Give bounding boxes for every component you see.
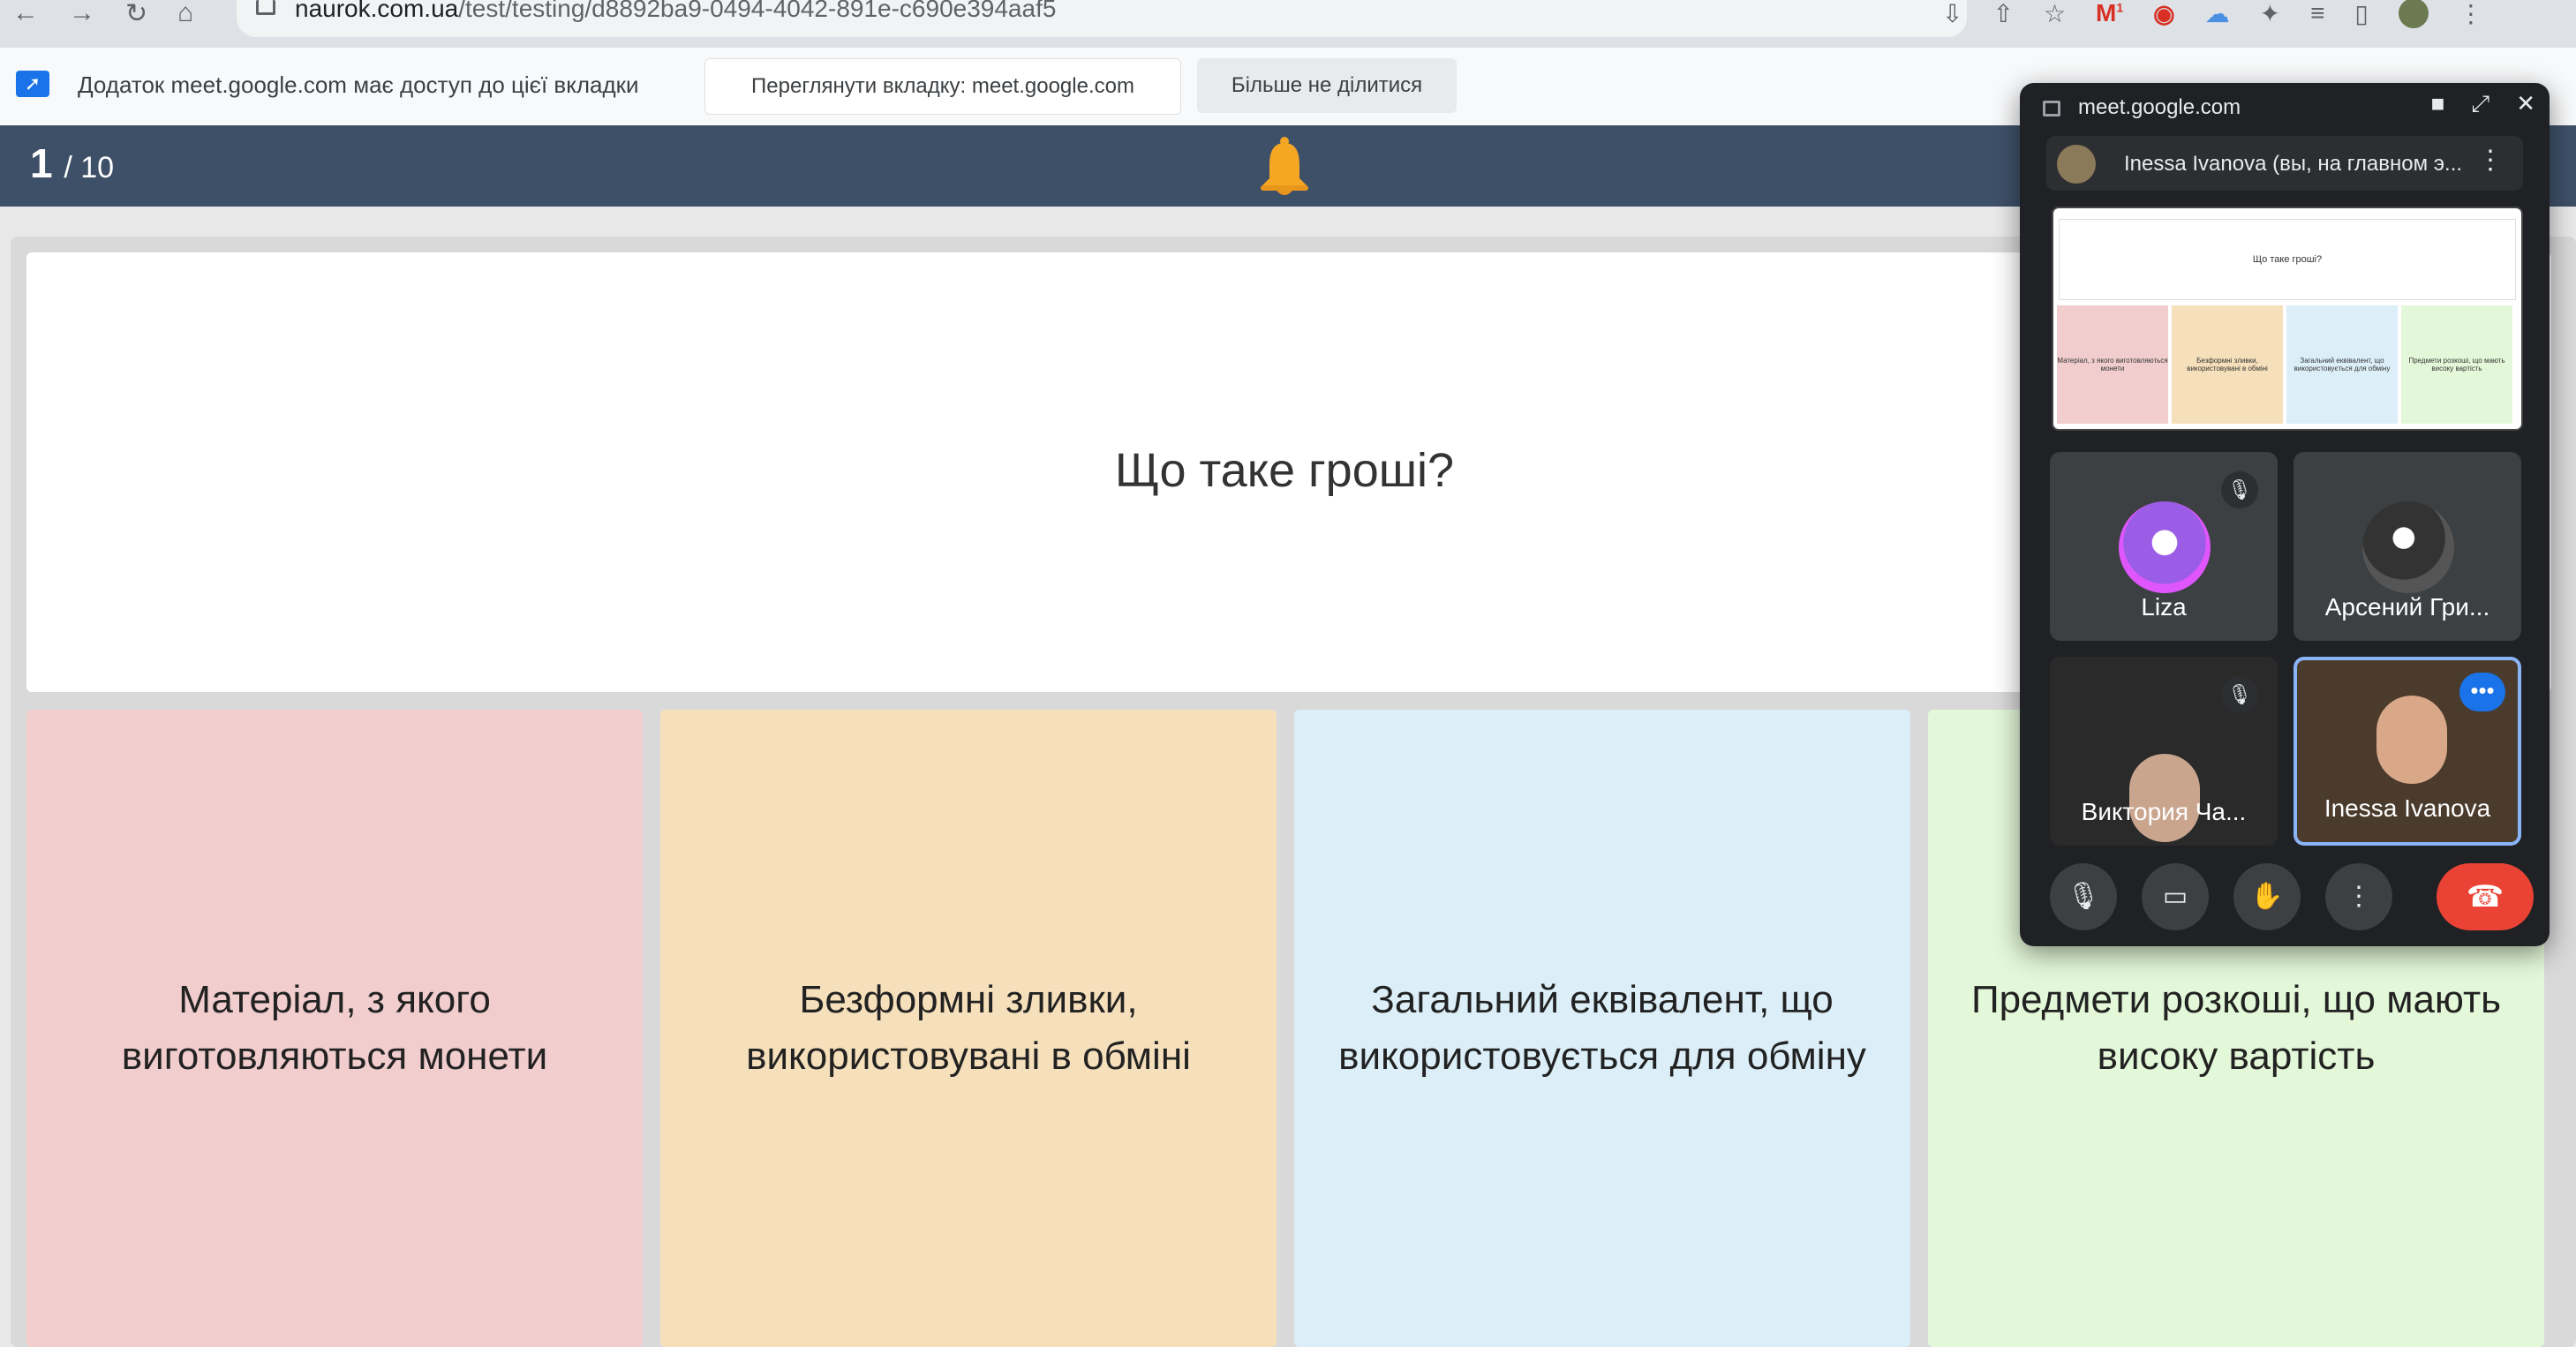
more-options-button[interactable]: ⋮ [2325,863,2392,930]
participant-tile-self[interactable]: ••• Inessa Ivanova [2294,657,2521,846]
participant-tile[interactable]: Арсений Гри... [2294,452,2521,641]
camera-icon[interactable]: ■ [2431,90,2445,118]
presentation-thumbnail[interactable]: Що таке гроші? Матеріал, з якого виготов… [2052,207,2523,431]
view-tab-button[interactable]: Переглянути вкладку: meet.google.com [704,58,1181,115]
question-counter: 1 / 10 [30,139,114,187]
more-options-icon[interactable]: ••• [2459,673,2505,711]
participant-tile[interactable]: 🎙 Liza [2050,452,2278,641]
pip-title: meet.google.com [2078,95,2241,119]
leave-call-button[interactable]: ☎ [2437,863,2534,930]
answer-text: Матеріал, з якого виготовляються монети [121,978,548,1078]
presenter-bar[interactable]: Inessa Ivanova (вы, на главном э... ⋮ [2046,136,2523,191]
browser-toolbar: ← → ↻ ⌂ naurok.com.ua/test/testing/d8892… [0,0,2576,48]
participant-avatar [2362,501,2454,593]
more-vert-icon: ⋮ [2346,882,2372,911]
bookmark-star-icon[interactable]: ☆ [2044,0,2066,28]
more-options-icon[interactable]: ⋮ [2477,145,2504,176]
side-panel-icon[interactable]: ▯ [2354,0,2368,28]
red-extension-icon[interactable]: ◉ [2153,0,2174,28]
participant-name: Inessa Ivanova [2324,794,2491,822]
mic-off-icon: 🎙 [2221,676,2258,713]
profile-avatar[interactable] [2398,0,2429,28]
current-question-number: 1 [30,140,53,186]
answer-option-3[interactable]: Загальний еквівалент, що використовуєтьс… [1294,710,1910,1347]
thumbnail-answer-2: Безформні зливки, використовувані в обмі… [2172,305,2283,424]
forward-icon[interactable]: → [69,0,95,28]
nav-buttons: ← → ↻ ⌂ [12,0,193,29]
hang-up-icon: ☎ [2466,880,2504,914]
home-icon[interactable]: ⌂ [177,0,193,28]
reading-list-icon[interactable]: ≡ [2310,0,2324,27]
video-camera-icon: ▭ [2162,882,2188,911]
mic-off-icon: 🎙 [2221,471,2258,508]
thumbnail-answer-4: Предмети розкоші, що мають високу вартіс… [2401,305,2512,424]
answer-text: Загальний еквівалент, що використовуєтьс… [1338,978,1866,1078]
bell-icon [1261,137,1308,195]
presenter-avatar [2057,145,2096,184]
lock-icon[interactable] [256,0,275,15]
meet-pip-window[interactable]: meet.google.com ■ ⤢ ✕ Inessa Ivanova (вы… [2020,83,2550,946]
hand-icon: ✋ [2250,882,2284,911]
microphone-button[interactable]: 🎙 [2050,863,2117,930]
presenter-label: Inessa Ivanova (вы, на главном э... [2124,152,2463,176]
thumbnail-question: Що таке гроші? [2059,219,2516,300]
cloud-extension-icon[interactable]: ☁ [2205,0,2230,28]
thumbnail-answer-3: Загальний еквівалент, що використовуєтьс… [2286,305,2398,424]
call-controls: 🎙 ▭ ✋ ⋮ ☎ [2050,863,2534,930]
extensions-puzzle-icon[interactable]: ✦ [2260,0,2280,28]
toolbar-actions: ⇩ ⇧ ☆ M1 ◉ ☁ ✦ ≡ ▯ ⋮ [1942,0,2483,28]
camera-button[interactable]: ▭ [2142,863,2209,930]
answer-text: Безформні зливки, використовувані в обмі… [746,978,1191,1078]
infobar-message: Додаток meet.google.com має доступ до ці… [78,71,639,98]
participant-name: Liza [2141,593,2187,621]
stop-sharing-button[interactable]: Більше не ділитися [1197,58,1457,113]
gmail-extension-icon[interactable]: M1 [2096,0,2123,27]
participant-avatar [2119,501,2211,593]
close-icon[interactable]: ✕ [2516,90,2535,118]
back-to-tab-icon[interactable]: ⤢ [2471,90,2489,118]
lock-icon [2043,101,2060,117]
answer-text: Предмети розкоші, що мають високу вартіс… [1970,978,2502,1078]
total-questions: / 10 [64,151,115,184]
install-icon[interactable]: ⇩ [1942,0,1962,28]
thumbnail-answer-1: Матеріал, з якого виготовляються монети [2057,305,2168,424]
microphone-icon: 🎙 [2066,882,2101,911]
back-icon[interactable]: ← [12,0,39,28]
menu-kebab-icon[interactable]: ⋮ [2459,0,2483,28]
pip-window-controls: ■ ⤢ ✕ [2431,90,2535,118]
share-page-icon[interactable]: ⇧ [1992,0,2013,28]
raise-hand-button[interactable]: ✋ [2233,863,2301,930]
participant-video [2376,696,2447,784]
reload-icon[interactable]: ↻ [125,0,147,29]
participant-name: Арсений Гри... [2324,593,2490,621]
participant-name: Виктория Ча... [2081,798,2247,825]
answer-option-2[interactable]: Безформні зливки, використовувані в обмі… [660,710,1277,1347]
participant-tile[interactable]: 🎙 Виктория Ча... [2050,657,2278,846]
url-text: naurok.com.ua/test/testing/d8892ba9-0494… [295,0,1057,22]
address-bar[interactable]: naurok.com.ua/test/testing/d8892ba9-0494… [237,0,1967,37]
answer-option-1[interactable]: Матеріал, з якого виготовляються монети [26,710,643,1347]
screen-share-icon: ➚ [16,71,49,97]
